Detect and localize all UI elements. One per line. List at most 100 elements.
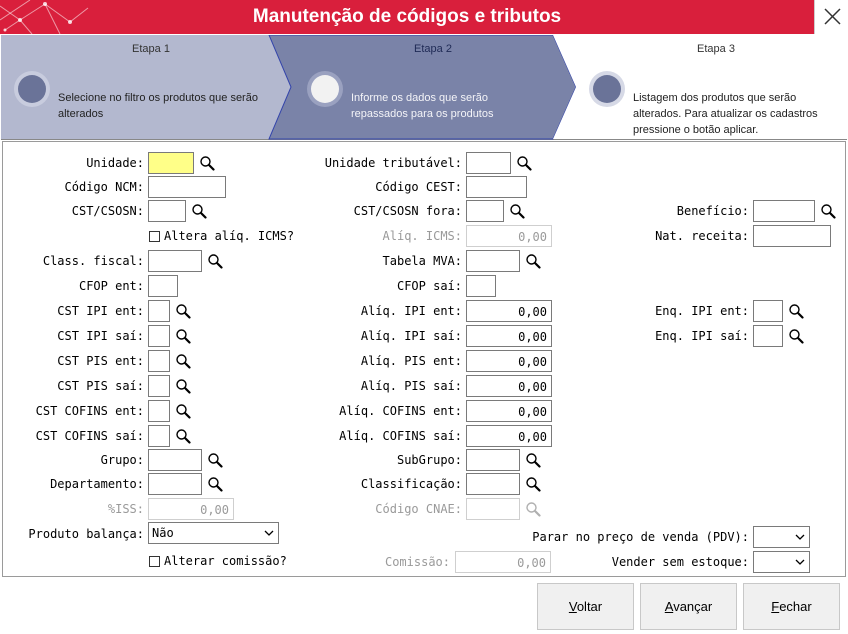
cst-cofins-sai-label: CST COFINS saí:	[35, 429, 144, 443]
voltar-button-label: Voltar	[568, 599, 603, 614]
fechar-button-label: Fechar	[771, 599, 812, 614]
aliq-ipi-ent-label: Alíq. IPI ent:	[360, 304, 462, 318]
step-3-description: Listagem dos produtos que serão alterado…	[633, 92, 818, 136]
unidade-tributavel-search-icon[interactable]	[516, 155, 532, 171]
nat-receita-input[interactable]	[753, 225, 831, 247]
aliq-ipi-sai-input[interactable]: 0,00	[466, 325, 552, 347]
step-2-description-text: Informe os dados que serão repassados pa…	[351, 92, 494, 120]
step-1-label: Etapa 1	[132, 43, 170, 55]
close-button[interactable]	[814, 0, 848, 34]
cfop-ent-input[interactable]	[148, 275, 178, 297]
unidade-search-icon[interactable]	[199, 155, 215, 171]
cst-pis-ent-label: CST PIS ent:	[57, 354, 144, 368]
voltar-button[interactable]: Voltar	[537, 583, 634, 630]
step-2-label: Etapa 2	[414, 43, 452, 55]
avancar-button[interactable]: Avançar	[640, 583, 737, 630]
avancar-button-label: Avançar	[664, 599, 713, 614]
class-fiscal-search-icon[interactable]	[207, 253, 223, 269]
chevron-down-icon	[795, 532, 805, 542]
cst-ipi-sai-input[interactable]	[148, 325, 170, 347]
step-3-label: Etapa 3	[697, 43, 735, 55]
departamento-input[interactable]	[148, 473, 202, 495]
vender-sem-estoque-label: Vender sem estoque:	[611, 555, 749, 569]
iss-input: 0,00	[148, 498, 234, 520]
grupo-input[interactable]	[148, 449, 202, 471]
chevron-down-icon	[795, 557, 805, 567]
codigo-cest-input[interactable]	[466, 176, 527, 198]
step-1-description: Selecione no filtro os produtos que serã…	[58, 92, 258, 120]
iss-label: %ISS:	[107, 502, 144, 516]
produto-balanca-label: Produto balança:	[28, 527, 144, 541]
grupo-search-icon[interactable]	[207, 452, 223, 468]
codigo-cnae-input	[466, 498, 520, 520]
enq-ipi-ent-search-icon[interactable]	[788, 303, 804, 319]
classificacao-input[interactable]	[466, 473, 520, 495]
codigo-ncm-label: Código NCM:	[64, 180, 144, 194]
aliq-pis-ent-input[interactable]: 0,00	[466, 350, 552, 372]
departamento-label: Departamento:	[50, 477, 144, 491]
codigo-cnae-search-icon	[525, 501, 541, 517]
cst-cofins-ent-input[interactable]	[148, 400, 170, 422]
classificacao-search-icon[interactable]	[525, 476, 541, 492]
cst-ipi-ent-label: CST IPI ent:	[57, 304, 144, 318]
cst-cofins-ent-label: CST COFINS ent:	[35, 404, 144, 418]
cst-csosn-fora-input[interactable]	[466, 200, 504, 222]
aliq-cofins-ent-input[interactable]: 0,00	[466, 400, 552, 422]
cst-csosn-search-icon[interactable]	[191, 203, 207, 219]
departamento-search-icon[interactable]	[207, 476, 223, 492]
cst-ipi-ent-search-icon[interactable]	[175, 303, 191, 319]
cst-cofins-sai-input[interactable]	[148, 425, 170, 447]
cst-cofins-sai-search-icon[interactable]	[175, 428, 191, 444]
aliq-cofins-sai-input[interactable]: 0,00	[466, 425, 552, 447]
class-fiscal-input[interactable]	[148, 250, 202, 272]
aliq-pis-sai-label: Alíq. PIS saí:	[360, 379, 462, 393]
subgrupo-input[interactable]	[466, 449, 520, 471]
enq-ipi-sai-label: Enq. IPI saí:	[655, 329, 749, 343]
cst-pis-sai-label: CST PIS saí:	[57, 379, 144, 393]
cfop-sai-label: CFOP saí:	[396, 279, 462, 293]
enq-ipi-sai-search-icon[interactable]	[788, 328, 804, 344]
produto-balanca-select[interactable]: Não	[148, 522, 279, 544]
unidade-tributavel-input[interactable]	[466, 152, 511, 174]
cst-pis-ent-search-icon[interactable]	[175, 353, 191, 369]
classificacao-label: Classificação:	[360, 477, 462, 491]
beneficio-search-icon[interactable]	[820, 203, 836, 219]
altera-aliq-icms-checkbox[interactable]	[149, 231, 160, 242]
vender-sem-estoque-select[interactable]	[753, 551, 810, 573]
unidade-input[interactable]	[148, 152, 194, 174]
tabela-mva-input[interactable]	[466, 250, 520, 272]
tabela-mva-label: Tabela MVA:	[382, 254, 462, 268]
step-1-circle-icon	[14, 71, 50, 107]
cst-csosn-label: CST/CSOSN:	[71, 204, 144, 218]
subgrupo-search-icon[interactable]	[525, 452, 541, 468]
aliq-icms-input: 0,00	[466, 225, 552, 247]
cst-pis-sai-input[interactable]	[148, 375, 170, 397]
cst-ipi-sai-search-icon[interactable]	[175, 328, 191, 344]
cst-pis-sai-search-icon[interactable]	[175, 378, 191, 394]
cst-csosn-fora-search-icon[interactable]	[509, 203, 525, 219]
cfop-ent-label: CFOP ent:	[78, 279, 144, 293]
beneficio-input[interactable]	[753, 200, 815, 222]
unidade-label: Unidade:	[86, 156, 144, 170]
enq-ipi-sai-input[interactable]	[753, 325, 783, 347]
alterar-comissao-checkbox[interactable]	[149, 556, 160, 567]
aliq-cofins-sai-label: Alíq. COFINS saí:	[339, 429, 462, 443]
cst-csosn-input[interactable]	[148, 200, 186, 222]
aliq-pis-ent-label: Alíq. PIS ent:	[360, 354, 462, 368]
cst-cofins-ent-search-icon[interactable]	[175, 403, 191, 419]
aliq-pis-sai-input[interactable]: 0,00	[466, 375, 552, 397]
codigo-cest-label: Código CEST:	[375, 180, 462, 194]
fechar-button[interactable]: Fechar	[743, 583, 840, 630]
cst-pis-ent-input[interactable]	[148, 350, 170, 372]
cst-ipi-sai-label: CST IPI saí:	[57, 329, 144, 343]
parar-preco-venda-select[interactable]	[753, 526, 810, 548]
wizard-steps: Etapa 1 Selecione no filtro os produtos …	[1, 35, 847, 140]
enq-ipi-ent-input[interactable]	[753, 300, 783, 322]
cfop-sai-input[interactable]	[466, 275, 496, 297]
comissao-label: Comissão:	[384, 555, 450, 569]
cst-ipi-ent-input[interactable]	[148, 300, 170, 322]
codigo-ncm-input[interactable]	[148, 176, 226, 198]
tabela-mva-search-icon[interactable]	[525, 253, 541, 269]
codigo-cnae-label: Código CNAE:	[375, 502, 462, 516]
aliq-ipi-ent-input[interactable]: 0,00	[466, 300, 552, 322]
